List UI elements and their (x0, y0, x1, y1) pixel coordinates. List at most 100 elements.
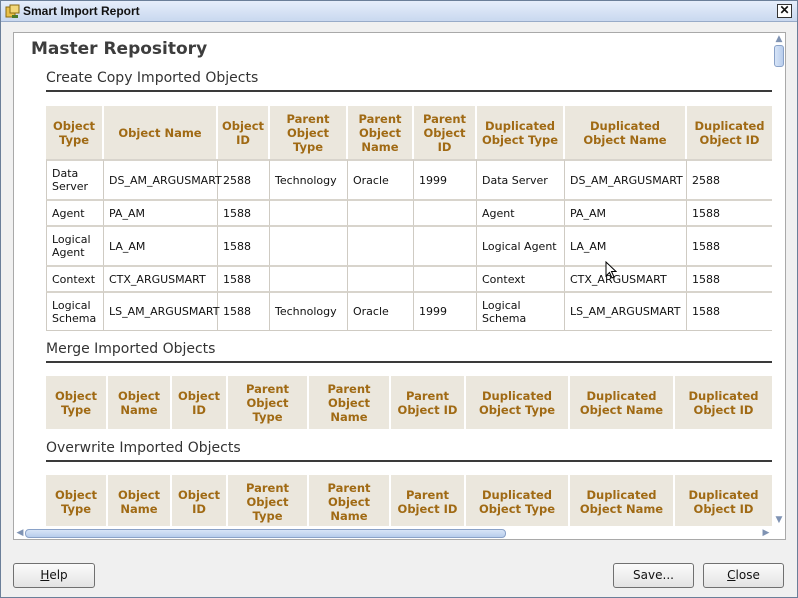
table-cell: 1588 (687, 225, 772, 265)
scroll-right-arrow-icon[interactable]: ▶ (761, 527, 771, 539)
save-label: Save... (633, 568, 674, 582)
table-cell (348, 225, 414, 265)
table-cell: Oracle (348, 159, 414, 199)
vertical-scroll-thumb[interactable] (774, 45, 784, 67)
table-cell: Data Server (477, 159, 565, 199)
title-bar: Smart Import Report ✕ (1, 1, 797, 22)
table-cell: 1588 (218, 199, 270, 225)
column-header: Object ID (172, 475, 228, 526)
scroll-down-arrow-icon[interactable]: ▼ (774, 515, 784, 525)
table-cell: 1588 (687, 265, 772, 291)
table-cell: Technology (270, 291, 348, 331)
table-row: Agent PA_AM 1588 Agent PA_AM 1588 (46, 199, 772, 225)
table-header-row: Object Type Object Name Object ID Parent Ob… (46, 106, 772, 159)
table-cell: PA_AM (565, 199, 687, 225)
column-header: Duplicated Object Name (565, 106, 687, 159)
horizontal-scrollbar[interactable]: ◀ ▶ (14, 526, 772, 539)
column-header: Parent Object Name (309, 376, 391, 429)
section-title-overwrite: Overwrite Imported Objects (46, 440, 241, 456)
column-header: Duplicated Object ID (675, 475, 772, 526)
column-header: Parent Object Name (348, 106, 414, 159)
column-header: Object ID (218, 106, 270, 159)
table-cell (270, 265, 348, 291)
table-header-row: Object Type Object Name Object ID Parent Ob… (46, 475, 772, 526)
table-row: Context CTX_ARGUSMART 1588 Context CTX_ARGUS… (46, 265, 772, 291)
column-header: Parent Object ID (391, 475, 466, 526)
column-header: Duplicated Object Type (466, 376, 570, 429)
table-cell: Agent (46, 199, 104, 225)
column-header: Parent Object Name (309, 475, 391, 526)
column-header: Object Name (108, 475, 172, 526)
table-row: Logical Agent LA_AM 1588 Logical Agent LA_AM… (46, 225, 772, 265)
table-cell: Logical Schema (477, 291, 565, 331)
table-cell: 1999 (414, 291, 477, 331)
table-cell (348, 265, 414, 291)
column-header: Duplicated Object Name (570, 475, 675, 526)
create-copy-table: Object Type Object Name Object ID Parent Ob… (46, 106, 772, 331)
table-cell: 1999 (414, 159, 477, 199)
table-cell: 2588 (687, 159, 772, 199)
column-header: Duplicated Object Type (477, 106, 565, 159)
close-window-button[interactable]: ✕ (777, 4, 792, 18)
table-row: Logical Schema LS_AM_ARGUSMART 1588 Technol… (46, 291, 772, 331)
table-header-row: Object Type Object Name Object ID Parent Ob… (46, 376, 772, 429)
close-label: lose (735, 568, 760, 582)
close-button[interactable]: Close (703, 563, 784, 588)
table-cell: Agent (477, 199, 565, 225)
column-header: Object Type (46, 106, 104, 159)
column-header: Object Name (104, 106, 218, 159)
section-divider (46, 90, 772, 92)
table-cell: Data Server (46, 159, 104, 199)
table-row: Data Server DS_AM_ARGUSMART 2588 Technology… (46, 159, 772, 199)
table-cell (414, 265, 477, 291)
table-cell: 1588 (218, 265, 270, 291)
table-cell: Context (46, 265, 104, 291)
column-header: Object Name (108, 376, 172, 429)
table-cell: 2588 (218, 159, 270, 199)
overwrite-table: Object Type Object Name Object ID Parent Ob… (46, 475, 772, 526)
table-cell: DS_AM_ARGUSMART (104, 159, 222, 199)
scrollbar-corner (772, 526, 785, 539)
smart-import-report-dialog: Smart Import Report ✕ Master Repository … (0, 0, 798, 598)
table-cell: 1588 (687, 199, 772, 225)
column-header: Parent Object ID (414, 106, 477, 159)
table-cell: LS_AM_ARGUSMART (565, 291, 687, 331)
table-cell: LS_AM_ARGUSMART (104, 291, 219, 331)
merge-table: Object Type Object Name Object ID Parent Ob… (46, 376, 772, 429)
report-scroll-area: Master Repository Create Copy Imported O… (14, 33, 772, 526)
vertical-scrollbar[interactable]: ▲ ▼ (772, 33, 785, 526)
horizontal-scroll-thumb[interactable] (25, 529, 506, 538)
table-cell: LA_AM (104, 225, 218, 265)
column-header: Duplicated Object Name (570, 376, 675, 429)
table-cell (348, 199, 414, 225)
table-cell: 1588 (687, 291, 772, 331)
column-header: Duplicated Object ID (687, 106, 772, 159)
section-divider (46, 460, 772, 462)
table-cell (270, 199, 348, 225)
table-cell: Logical Agent (46, 225, 104, 265)
section-title-create-copy: Create Copy Imported Objects (46, 70, 259, 86)
table-cell: Technology (270, 159, 348, 199)
scroll-left-arrow-icon[interactable]: ◀ (15, 527, 25, 539)
mouse-cursor-icon (605, 261, 617, 279)
help-mnemonic: H (40, 568, 50, 582)
table-cell: Context (477, 265, 565, 291)
close-mnemonic: C (727, 568, 736, 582)
table-cell: 1588 (218, 225, 270, 265)
window-title: Smart Import Report (23, 4, 140, 18)
table-cell: Logical Agent (477, 225, 565, 265)
section-title-merge: Merge Imported Objects (46, 341, 216, 357)
scroll-up-arrow-icon[interactable]: ▲ (774, 34, 784, 44)
table-cell (270, 225, 348, 265)
save-button[interactable]: Save... (613, 563, 694, 588)
column-header: Parent Object Type (270, 106, 348, 159)
smart-import-icon (5, 4, 20, 18)
column-header: Duplicated Object ID (675, 376, 772, 429)
table-cell: Oracle (348, 291, 414, 331)
table-cell: PA_AM (104, 199, 218, 225)
help-button[interactable]: Help (13, 563, 95, 588)
column-header: Parent Object Type (228, 376, 309, 429)
column-header: Object Type (46, 475, 108, 526)
table-cell (414, 225, 477, 265)
table-cell: Logical Schema (46, 291, 104, 331)
